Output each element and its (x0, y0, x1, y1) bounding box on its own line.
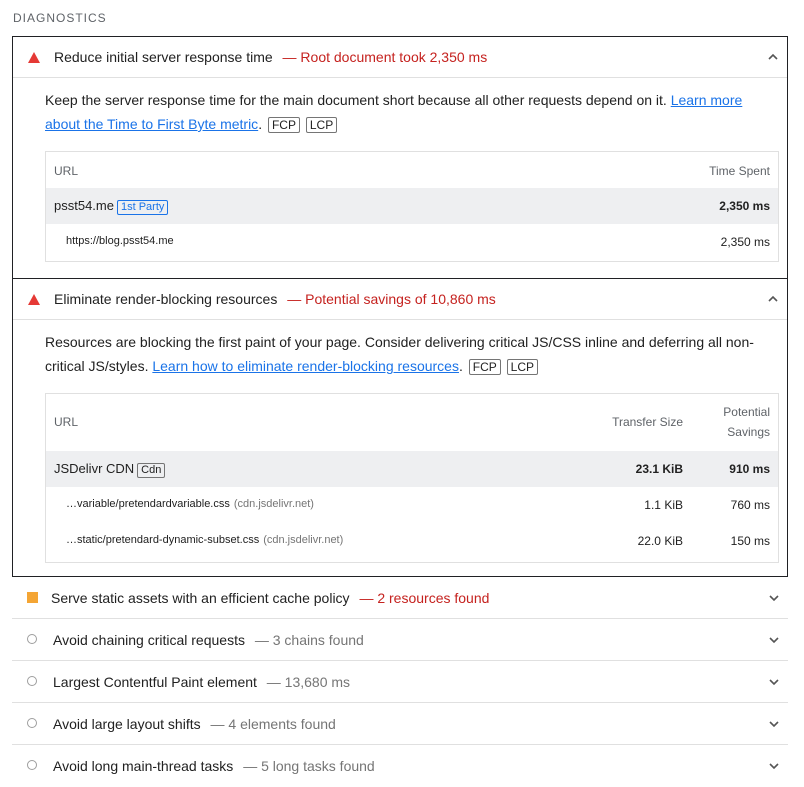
info-circle-icon (27, 718, 37, 728)
section-title: DIAGNOSTICS (13, 11, 107, 25)
audit-title-text: Eliminate render-blocking resources (54, 291, 278, 307)
description-text: Keep the server response time for the ma… (45, 92, 671, 108)
audit-description: Keep the server response time for the ma… (45, 92, 743, 133)
audit-title-text: Avoid long main-thread tasks (53, 758, 234, 774)
audit-title: Avoid large layout shifts — 4 elements f… (53, 716, 336, 732)
audit-title-text: Serve static assets with an efficient ca… (51, 590, 350, 606)
group-entity: psst54.me 1st Party (54, 198, 169, 215)
audit-long-tasks[interactable]: Avoid long main-thread tasks — 5 long ta… (12, 745, 788, 779)
row-transfer-size: 22.0 KiB (637, 534, 683, 548)
row-transfer-size: 1.1 KiB (644, 498, 683, 512)
group-savings: 910 ms (729, 462, 770, 476)
row-url[interactable]: https://blog.psst54.me (66, 235, 174, 247)
audit-cache-policy[interactable]: Serve static assets with an efficient ca… (12, 577, 788, 619)
entity-name: JSDelivr CDN (54, 461, 135, 476)
group-time-spent: 2,350 ms (719, 199, 770, 213)
row-url[interactable]: …static/pretendard-dynamic-subset.css (cd… (66, 534, 343, 546)
details-table: URL Time Spent psst54.me 1st Party 2,350 … (45, 151, 779, 262)
audit-display-value: — 13,680 ms (266, 674, 351, 690)
row-source: (cdn.jsdelivr.net) (233, 498, 314, 510)
audit-title-text: Reduce initial server response time (54, 49, 273, 65)
metric-tag-lcp: LCP (305, 117, 338, 133)
metric-tag-fcp: FCP (468, 359, 501, 375)
table-header: URL Transfer Size Potential Savings (46, 394, 778, 451)
table-group-row: psst54.me 1st Party 2,350 ms (46, 188, 778, 224)
table-row: …variable/pretendardvariable.css (cdn.jsd… (46, 487, 778, 523)
audit-header[interactable]: Reduce initial server response time — Ro… (13, 37, 787, 77)
row-savings: 760 ms (730, 498, 770, 512)
info-circle-icon (27, 676, 37, 686)
chevron-down-icon[interactable] (768, 676, 780, 688)
fail-triangle-icon (28, 52, 40, 63)
entity-name: psst54.me (54, 198, 114, 213)
audit-description: Resources are blocking the first paint o… (45, 334, 754, 375)
chevron-up-icon[interactable] (767, 293, 779, 305)
audit-header[interactable]: Eliminate render-blocking resources — Po… (13, 279, 787, 319)
row-url-text: …variable/pretendardvariable.css (66, 498, 230, 510)
audit-layout-shifts[interactable]: Avoid large layout shifts — 4 elements f… (12, 703, 788, 745)
fail-triangle-icon (28, 294, 40, 305)
row-url-text: …static/pretendard-dynamic-subset.css (66, 534, 260, 546)
first-party-badge: 1st Party (116, 200, 169, 215)
audit-title: Eliminate render-blocking resources — Po… (54, 291, 496, 307)
table-row: https://blog.psst54.me 2,350 ms (46, 224, 778, 260)
chevron-up-icon[interactable] (767, 51, 779, 63)
audit-server-response-time: Reduce initial server response time — Ro… (12, 36, 788, 279)
audit-title-text: Avoid chaining critical requests (53, 632, 245, 648)
audit-lcp-element[interactable]: Largest Contentful Paint element — 13,68… (12, 661, 788, 703)
audit-critical-request-chains[interactable]: Avoid chaining critical requests — 3 cha… (12, 619, 788, 661)
col-url: URL (54, 415, 79, 429)
col-transfer-size: Transfer Size (612, 415, 683, 429)
table-row: …static/pretendard-dynamic-subset.css (cd… (46, 523, 778, 559)
audit-display-value: — 4 elements found (210, 716, 336, 732)
audit-title-text: Largest Contentful Paint element (53, 674, 257, 690)
table-header: URL Time Spent (46, 152, 778, 188)
audit-display-value: — 5 long tasks found (243, 758, 375, 774)
audit-display-value: — Potential savings of 10,860 ms (287, 291, 496, 307)
chevron-down-icon[interactable] (768, 718, 780, 730)
learn-more-link[interactable]: Learn how to eliminate render-blocking r… (152, 358, 459, 374)
audit-title: Largest Contentful Paint element — 13,68… (53, 674, 350, 690)
chevron-down-icon[interactable] (768, 592, 780, 604)
table-group-row: JSDelivr CDN Cdn 23.1 KiB 910 ms (46, 451, 778, 487)
col-potential-savings-line2: Savings (727, 425, 770, 439)
cdn-badge: Cdn (137, 463, 166, 478)
group-entity: JSDelivr CDN Cdn (54, 461, 166, 478)
row-time-spent: 2,350 ms (720, 235, 770, 249)
audit-display-value: — Root document took 2,350 ms (282, 49, 488, 65)
audit-render-blocking-resources: Eliminate render-blocking resources — Po… (12, 278, 788, 577)
info-circle-icon (27, 634, 37, 644)
col-time-spent: Time Spent (709, 164, 770, 178)
col-url: URL (54, 164, 79, 178)
chevron-down-icon[interactable] (768, 634, 780, 646)
row-url[interactable]: …variable/pretendardvariable.css (cdn.jsd… (66, 498, 314, 510)
row-savings: 150 ms (730, 534, 770, 548)
chevron-down-icon[interactable] (768, 760, 780, 772)
col-potential-savings-line1: Potential (723, 405, 770, 419)
audit-title-text: Avoid large layout shifts (53, 716, 201, 732)
warning-square-icon (27, 592, 38, 603)
metric-tag-fcp: FCP (267, 117, 300, 133)
audit-title: Avoid long main-thread tasks — 5 long ta… (53, 758, 375, 774)
audit-title: Reduce initial server response time — Ro… (54, 49, 487, 65)
metric-tag-lcp: LCP (506, 359, 538, 375)
details-table: URL Transfer Size Potential Savings JSDe… (45, 393, 779, 563)
audit-display-value: — 2 resources found (359, 590, 490, 606)
info-circle-icon (27, 760, 37, 770)
group-transfer-size: 23.1 KiB (635, 462, 683, 476)
row-source: (cdn.jsdelivr.net) (263, 534, 344, 546)
audit-title: Serve static assets with an efficient ca… (51, 590, 489, 606)
audit-title: Avoid chaining critical requests — 3 cha… (53, 632, 364, 648)
audit-display-value: — 3 chains found (254, 632, 364, 648)
